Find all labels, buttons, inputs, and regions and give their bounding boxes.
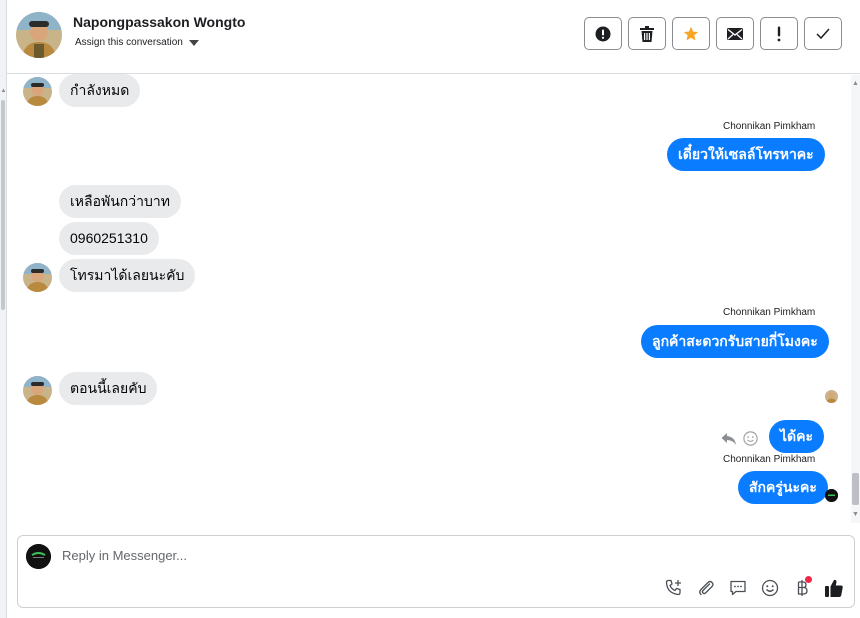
outgoing-message[interactable]: ได้คะ [769, 420, 825, 453]
thread-scrollbar[interactable]: ▲ ▼ [851, 75, 860, 523]
assign-conversation-dropdown[interactable]: Assign this conversation [75, 37, 199, 48]
incoming-message[interactable]: โทรมาได้เลยนะคับ [59, 259, 196, 292]
react-emoji-icon[interactable] [743, 431, 758, 446]
alert-circle-icon [595, 26, 611, 41]
incoming-message[interactable]: เหลือพันกว่าบาท [59, 185, 181, 218]
reply-composer [17, 535, 855, 608]
reply-input[interactable] [62, 548, 662, 563]
contact-avatar-small [23, 376, 52, 405]
emoji-icon [761, 579, 779, 597]
attach-button[interactable] [695, 577, 717, 599]
trash-icon [640, 25, 654, 42]
contact-avatar[interactable] [16, 12, 62, 58]
thumbs-up-icon [825, 579, 843, 597]
left-panel-scrollbar[interactable]: ▲ [0, 0, 7, 618]
spam-button[interactable] [584, 17, 622, 50]
conversation-header: Napongpassakon Wongto Assign this conver… [7, 0, 860, 74]
notification-dot [805, 576, 812, 583]
contact-name: Napongpassakon Wongto [73, 14, 246, 30]
call-add-icon [665, 579, 681, 596]
incoming-message[interactable]: กำลังหมด [59, 74, 141, 107]
emoji-button[interactable] [759, 577, 781, 599]
sender-name: Chonnikan Pimkham [723, 121, 816, 132]
page-logo-avatar [26, 544, 51, 569]
message-hover-tools [721, 431, 758, 446]
incoming-message[interactable]: ตอนนี้เลยคับ [59, 372, 158, 405]
left-scrollbar-thumb[interactable] [1, 100, 5, 310]
follow-up-button[interactable] [760, 17, 798, 50]
thread-scrollbar-thumb[interactable] [852, 473, 859, 505]
scroll-down-icon[interactable]: ▼ [852, 511, 859, 518]
conversation-actions [584, 17, 842, 50]
caret-down-icon [188, 39, 199, 46]
check-icon [816, 28, 830, 39]
scroll-up-icon[interactable]: ▲ [852, 80, 859, 87]
star-icon [683, 26, 699, 40]
exclamation-icon [777, 26, 781, 41]
envelope-icon [727, 27, 743, 40]
sender-name: Chonnikan Pimkham [723, 307, 816, 318]
done-button[interactable] [804, 17, 842, 50]
contact-avatar-small [23, 263, 52, 292]
assign-label: Assign this conversation [75, 37, 183, 48]
contact-avatar-small [23, 77, 52, 106]
message-thread[interactable]: กำลังหมด Chonnikan Pimkham เดี๋ยวให้เซลล… [7, 74, 860, 523]
star-button[interactable] [672, 17, 710, 50]
reply-icon[interactable] [721, 432, 737, 446]
incoming-message[interactable]: 0960251310 [59, 222, 159, 255]
seen-avatar [825, 390, 838, 403]
outgoing-message[interactable]: ลูกค้าสะดวกรับสายกี่โมงคะ [641, 325, 829, 358]
mark-unread-button[interactable] [716, 17, 754, 50]
scroll-up-arrow-icon[interactable]: ▲ [0, 88, 7, 96]
paperclip-icon [699, 580, 714, 596]
outgoing-message[interactable]: สักครู่นะคะ [738, 471, 828, 504]
call-button[interactable] [663, 577, 685, 599]
outgoing-message[interactable]: เดี๋ยวให้เซลล์โทรหาคะ [667, 138, 825, 171]
payment-button[interactable] [791, 576, 813, 599]
page-seen-avatar [825, 489, 838, 502]
composer-tools [663, 576, 845, 599]
saved-reply-icon [730, 580, 746, 596]
delete-button[interactable] [628, 17, 666, 50]
like-button[interactable] [823, 577, 845, 599]
sender-name: Chonnikan Pimkham [723, 454, 816, 465]
saved-replies-button[interactable] [727, 577, 749, 599]
